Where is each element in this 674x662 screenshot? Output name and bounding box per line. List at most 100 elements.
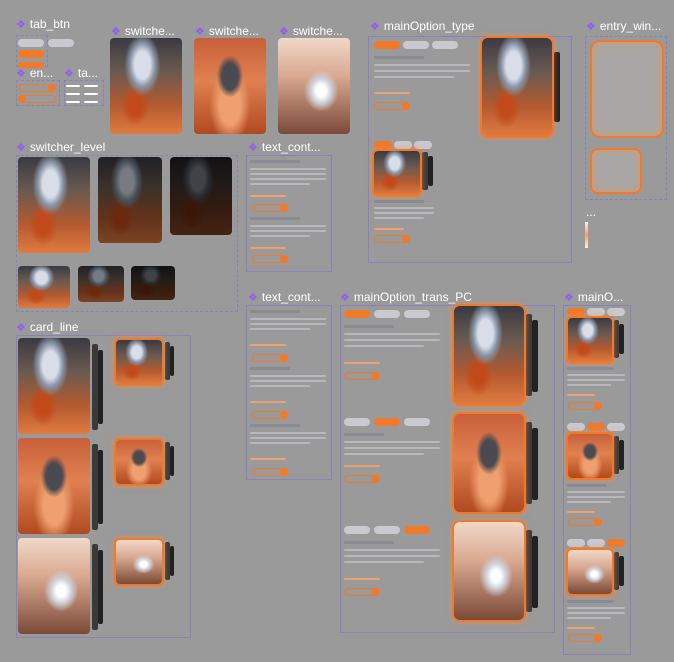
tab-inactive[interactable] (607, 308, 625, 316)
tab-inactive[interactable] (414, 141, 432, 149)
tab-inactive[interactable] (374, 526, 400, 534)
component-label-tab-btn[interactable]: ❖ tab_btn (16, 17, 70, 31)
action-button[interactable] (374, 102, 410, 110)
component-label-switcher-3[interactable]: ❖ switche... (279, 24, 343, 38)
tab-btn-inactive[interactable] (48, 39, 74, 47)
level-thumb-dim[interactable] (78, 266, 124, 302)
tab-btn-inactive[interactable] (18, 39, 44, 47)
entry-window-large[interactable] (590, 40, 664, 138)
arrow-right-icon (372, 588, 380, 596)
text-line (250, 375, 326, 377)
card-stack-back (170, 546, 174, 576)
card-stack-back (98, 350, 103, 424)
selected-card-border (566, 316, 614, 364)
text-line (344, 441, 440, 443)
action-button[interactable] (252, 354, 288, 362)
card-stack-back (428, 156, 433, 186)
switcher-image-astronaut[interactable] (110, 38, 182, 134)
selected-card-border (114, 438, 164, 486)
component-label-en[interactable]: ❖ en... (16, 66, 53, 80)
action-button[interactable] (252, 468, 288, 476)
entry-button[interactable] (18, 95, 56, 103)
orange-text-line (344, 362, 380, 364)
orange-text-line (344, 465, 380, 467)
entry-window-small[interactable] (590, 148, 642, 194)
level-image-dark[interactable] (170, 157, 232, 235)
arrow-right-icon (280, 255, 288, 263)
card-line-image-astronaut[interactable] (18, 338, 90, 434)
card-stack-back (619, 440, 624, 470)
tab-active[interactable] (344, 310, 370, 318)
tab-inactive[interactable] (567, 423, 585, 431)
action-button[interactable] (252, 411, 288, 419)
tab-inactive[interactable] (394, 141, 412, 149)
entry-button[interactable] (18, 84, 56, 92)
action-button[interactable] (252, 204, 288, 212)
ta-text-line (66, 101, 80, 103)
tab-active[interactable] (374, 141, 392, 149)
arrow-right-icon (594, 402, 602, 410)
text-cont-frame (246, 305, 332, 480)
component-label-mainoption-type[interactable]: ❖ mainOption_type (370, 19, 475, 33)
ta-text-line (66, 85, 80, 87)
tab-active[interactable] (587, 423, 605, 431)
text-heading (250, 367, 290, 370)
component-label-switcher-1[interactable]: ❖ switche... (111, 24, 175, 38)
tab-inactive[interactable] (404, 310, 430, 318)
action-button[interactable] (568, 402, 602, 410)
component-label-ellipsis[interactable]: ... (586, 205, 596, 219)
tab-inactive[interactable] (344, 526, 370, 534)
component-diamond-icon: ❖ (248, 291, 258, 304)
tab-active[interactable] (607, 539, 625, 547)
action-button[interactable] (344, 372, 380, 380)
action-button[interactable] (344, 475, 380, 483)
component-label-mainoption-trans-pc[interactable]: ❖ mainOption_trans_PC (340, 290, 472, 304)
level-thumb-full[interactable] (18, 266, 70, 308)
text-line (567, 384, 611, 386)
level-image-full[interactable] (18, 157, 90, 253)
component-label-entry-win[interactable]: ❖ entry_win... (586, 19, 661, 33)
card-stack-back (170, 346, 174, 376)
tab-active[interactable] (374, 418, 400, 426)
action-button[interactable] (344, 588, 380, 596)
component-diamond-icon: ❖ (279, 25, 289, 38)
level-thumb-dark[interactable] (131, 266, 175, 300)
tab-inactive[interactable] (432, 41, 458, 49)
tab-active[interactable] (567, 308, 585, 316)
action-button[interactable] (568, 634, 602, 642)
card-stack-back (532, 320, 538, 392)
tab-inactive[interactable] (607, 423, 625, 431)
tab-active[interactable] (374, 41, 400, 49)
tab-inactive[interactable] (403, 41, 429, 49)
level-image-dim[interactable] (98, 157, 162, 243)
selected-card-border (452, 520, 526, 622)
text-line (344, 339, 440, 341)
action-button[interactable] (374, 235, 410, 243)
orange-text-line (250, 401, 286, 403)
tab-inactive[interactable] (587, 539, 605, 547)
text-line (250, 225, 326, 227)
orange-text-line (374, 228, 404, 230)
switcher-image-rover[interactable] (194, 38, 266, 134)
card-line-image-dome[interactable] (18, 538, 90, 634)
orange-text-line (374, 92, 410, 94)
action-button[interactable] (252, 255, 288, 263)
component-label-ta[interactable]: ❖ ta... (64, 66, 98, 80)
switcher-image-dome[interactable] (278, 38, 350, 134)
card-line-image-rover[interactable] (18, 438, 90, 534)
tab-inactive[interactable] (344, 418, 370, 426)
component-label-card-line[interactable]: ❖ card_line (16, 320, 79, 334)
tab-inactive[interactable] (587, 308, 605, 316)
component-label-switcher-level[interactable]: ❖ switcher_level (16, 140, 105, 154)
tab-inactive[interactable] (374, 310, 400, 318)
component-label-switcher-2[interactable]: ❖ switche... (195, 24, 259, 38)
action-button[interactable] (568, 518, 602, 526)
component-label-text-cont-2[interactable]: ❖ text_cont... (248, 290, 321, 304)
tab-btn-active[interactable] (18, 50, 44, 58)
tab-inactive[interactable] (567, 539, 585, 547)
tab-active[interactable] (404, 526, 430, 534)
tab-btn-active[interactable] (18, 62, 44, 68)
component-label-text-cont-1[interactable]: ❖ text_cont... (248, 140, 321, 154)
component-label-maino[interactable]: ❖ mainO... (564, 290, 623, 304)
tab-inactive[interactable] (404, 418, 430, 426)
